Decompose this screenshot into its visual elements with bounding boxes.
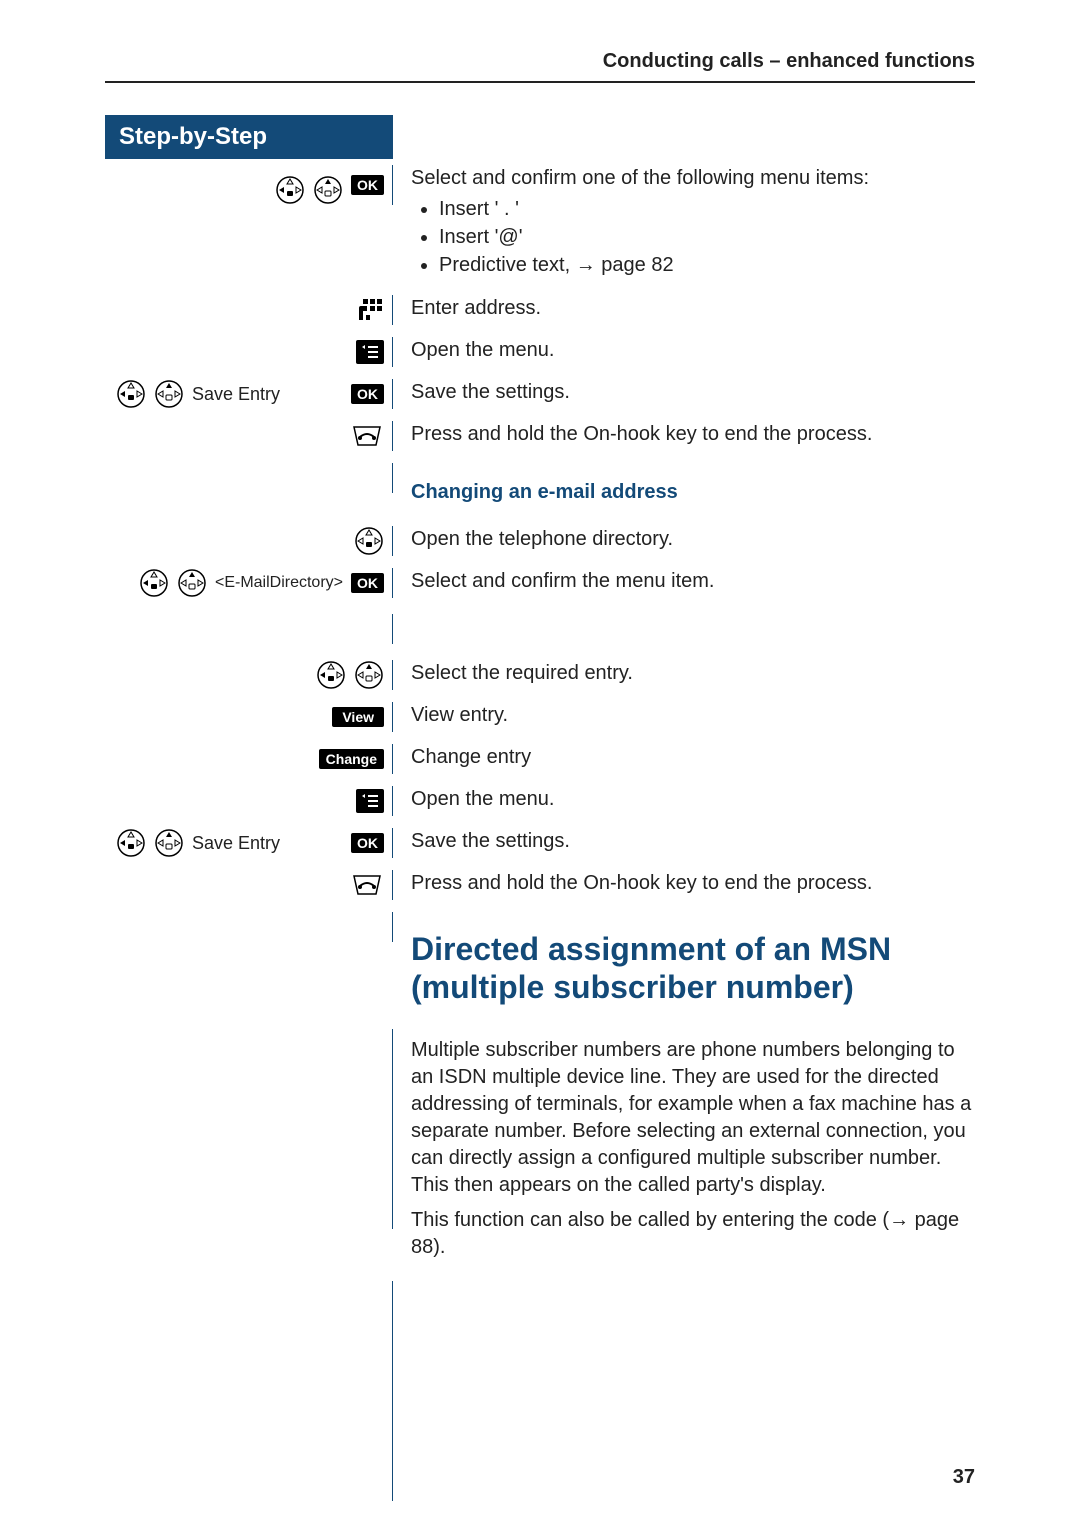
- on-hook-key-icon: [350, 423, 384, 449]
- section-title: Directed assignment of an MSN (multiple …: [411, 912, 975, 1017]
- page-number: 37: [953, 1466, 975, 1489]
- instruction-text: Open the menu.: [393, 786, 975, 813]
- instruction-text: View entry.: [393, 702, 975, 729]
- instruction-text: Press and hold the On-hook key to end th…: [393, 870, 975, 897]
- nav-key-icon: [139, 568, 169, 598]
- ok-softkey: OK: [351, 833, 384, 853]
- on-hook-key-icon: [350, 872, 384, 898]
- nav-key-icon: [275, 175, 305, 205]
- instruction-text: Select and confirm the menu item.: [393, 568, 975, 595]
- instruction-text: Enter address.: [393, 295, 975, 322]
- display-text: Save Entry: [192, 384, 280, 405]
- display-text: <E-MailDirectory>: [215, 574, 343, 592]
- display-text: Save Entry: [192, 833, 280, 854]
- instruction-text: Open the telephone directory.: [393, 526, 975, 553]
- nav-key-icon: [154, 828, 184, 858]
- nav-key-icon: [154, 379, 184, 409]
- instruction-text: Open the menu.: [393, 337, 975, 364]
- ok-softkey: OK: [351, 175, 384, 195]
- step-by-step-header: Step-by-Step: [105, 115, 392, 159]
- nav-key-icon: [316, 660, 346, 690]
- instruction-text: Select the required entry.: [393, 660, 975, 687]
- nav-key-icon: [354, 660, 384, 690]
- view-softkey: View: [332, 707, 384, 727]
- instruction-text: Press and hold the On-hook key to end th…: [393, 421, 975, 448]
- subheading: Changing an e-mail address: [411, 463, 975, 514]
- nav-key-icon: [177, 568, 207, 598]
- instruction-text: Change entry: [393, 744, 975, 771]
- nav-key-icon: [313, 175, 343, 205]
- keypad-icon: [356, 296, 384, 324]
- instruction-text: Save the settings.: [393, 828, 975, 855]
- nav-key-icon: [116, 379, 146, 409]
- running-header: Conducting calls – enhanced functions: [105, 50, 975, 83]
- menu-key-icon: [356, 789, 384, 813]
- body-paragraph: Multiple subscriber numbers are phone nu…: [411, 1037, 975, 1199]
- ok-softkey: OK: [351, 573, 384, 593]
- menu-items-list: Insert ' . ' Insert '@' Predictive text,…: [411, 196, 975, 279]
- instruction-text: Select and confirm one of the following …: [411, 165, 975, 192]
- nav-key-icon: [354, 526, 384, 556]
- ok-softkey: OK: [351, 384, 384, 404]
- nav-key-icon: [116, 828, 146, 858]
- instruction-text: Save the settings.: [393, 379, 975, 406]
- menu-key-icon: [356, 340, 384, 364]
- body-paragraph: This function can also be called by ente…: [411, 1207, 975, 1261]
- change-softkey: Change: [319, 749, 384, 769]
